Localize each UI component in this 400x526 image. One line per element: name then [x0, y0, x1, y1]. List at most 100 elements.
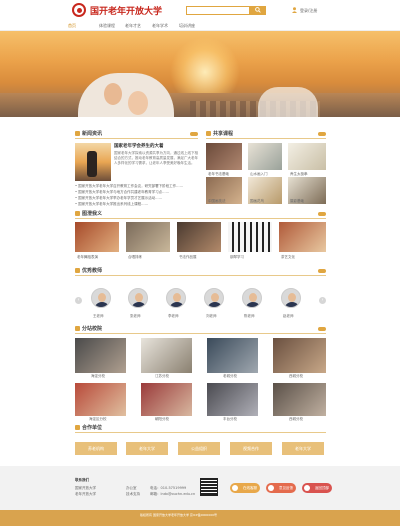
branch-photo[interactable]: [273, 383, 326, 416]
courses-more-button[interactable]: [318, 132, 326, 136]
footer-line[interactable]: 国家开放大学: [75, 486, 96, 491]
teacher-avatar[interactable]: [128, 288, 148, 308]
news-list-item[interactable]: • 国家开放大学老年大学推出系列线上课程……: [75, 202, 148, 207]
news-section-icon: [75, 131, 80, 136]
teacher-face: [249, 293, 257, 302]
branch-caption: 江苏分校: [155, 374, 169, 378]
teachers-more-button[interactable]: [318, 269, 326, 273]
partner-link[interactable]: 老年大学: [282, 442, 324, 455]
branches-more-button[interactable]: [318, 327, 326, 331]
hero-banner[interactable]: [0, 31, 400, 117]
branch-photo[interactable]: [75, 338, 126, 373]
footer-line: 邮箱：lndx@ouchn.edu.cn: [150, 492, 196, 496]
chat-icon: [232, 485, 238, 491]
show-thumb[interactable]: [75, 222, 119, 252]
divider: [75, 275, 326, 276]
back-to-top-button[interactable]: 返回顶部: [302, 483, 332, 493]
footer-line[interactable]: 老年开放大学: [75, 492, 96, 497]
branch-caption: 海淀分校: [91, 374, 105, 378]
teacher-body: [284, 302, 300, 307]
pill-label: 意见反馈: [279, 486, 293, 490]
teacher-body: [207, 302, 223, 307]
footer-line[interactable]: 技术支持: [126, 492, 140, 497]
show-more-button[interactable]: [318, 212, 326, 216]
divider: [75, 218, 326, 219]
branch-caption: 老城分校: [223, 374, 237, 378]
course-thumb[interactable]: [248, 143, 282, 170]
show-thumb[interactable]: [126, 222, 170, 252]
teacher-face: [288, 293, 296, 302]
teacher-name: 赵老师: [283, 314, 294, 318]
teacher-name: 陈老师: [244, 314, 255, 318]
footer-line: 电话：010-57519999: [150, 486, 187, 490]
news-photo[interactable]: [75, 143, 111, 181]
news-list-item[interactable]: • 国家开放大学老年大学召开教育工作会议，研究部署下阶段工作……: [75, 184, 183, 189]
teacher-avatar[interactable]: [242, 288, 262, 308]
nav-item-academic[interactable]: 老年学术: [152, 23, 168, 29]
course-caption: 国画花鸟: [250, 199, 264, 203]
banner-people: [258, 87, 318, 117]
nav-item-home[interactable]: 首页: [68, 23, 76, 29]
show-thumb[interactable]: [228, 222, 272, 252]
partner-link[interactable]: 视频合作: [230, 442, 272, 455]
main-nav: 首页 体验课程 老年才艺 老年学术 培训讲座: [0, 20, 400, 31]
news-section-title: 新闻资讯: [82, 131, 103, 137]
banner-face: [128, 91, 148, 115]
nav-item-lectures[interactable]: 培训讲座: [179, 23, 195, 29]
partner-link[interactable]: 公益组织: [178, 442, 220, 455]
branch-photo[interactable]: [141, 383, 192, 416]
teacher-face: [98, 293, 106, 302]
nav-item-arts[interactable]: 老年才艺: [125, 23, 141, 29]
online-service-button[interactable]: 在线客服: [230, 483, 260, 493]
teacher-avatar[interactable]: [91, 288, 111, 308]
news-more-button[interactable]: [190, 132, 198, 136]
footer-contact-title: 联系我们: [75, 478, 89, 482]
course-thumb[interactable]: [288, 143, 326, 170]
branch-caption: 西城分校: [289, 374, 303, 378]
teacher-avatar[interactable]: [281, 288, 301, 308]
partner-link[interactable]: 养老机构: [75, 442, 117, 455]
header: 国开老年开放大学 登录/注册: [0, 0, 400, 20]
search-button[interactable]: [250, 6, 266, 15]
branch-caption: 朝阳分校: [155, 417, 169, 421]
divider: [75, 333, 326, 334]
course-thumb[interactable]: [206, 143, 242, 170]
branch-photo[interactable]: [141, 338, 192, 373]
show-thumb[interactable]: [279, 222, 326, 252]
branch-caption: 西城分校: [289, 417, 303, 421]
nav-item-courses[interactable]: 体验课程: [99, 23, 115, 29]
feedback-icon: [268, 485, 274, 491]
branch-photo[interactable]: [207, 338, 258, 373]
teacher-body: [131, 302, 147, 307]
divider: [75, 138, 198, 139]
footer-line[interactable]: 办公室: [126, 486, 137, 491]
logo-icon[interactable]: [72, 3, 86, 17]
teacher-name: 王老师: [93, 314, 104, 318]
courses-section-icon: [206, 131, 211, 136]
show-thumb[interactable]: [177, 222, 221, 252]
teacher-avatar[interactable]: [204, 288, 224, 308]
course-caption: 中国画技法: [208, 199, 226, 203]
news-headline[interactable]: 国家老年学会养生的大着: [114, 143, 164, 149]
copyright-text: 版权所有 国家开放大学老年开放大学 京ICP备0000000号: [140, 513, 218, 517]
search-input[interactable]: [186, 6, 250, 15]
branches-section-icon: [75, 326, 80, 331]
teachers-prev-button[interactable]: ‹: [75, 297, 82, 304]
login-register-link[interactable]: 登录/注册: [300, 8, 317, 14]
partner-link[interactable]: 老年大学: [126, 442, 168, 455]
news-list-item[interactable]: • 国家开放大学老年大学与地方合作共建老年教育学习点……: [75, 190, 169, 195]
feedback-button[interactable]: 意见反馈: [266, 483, 296, 493]
branch-photo[interactable]: [273, 338, 326, 373]
show-section-title: 图澄我义: [82, 211, 103, 217]
teacher-body: [169, 302, 185, 307]
branch-caption: 海淀区分校: [89, 417, 107, 421]
news-list-item[interactable]: • 国家开放大学老年大学举办老年学员才艺展示活动……: [75, 196, 162, 201]
site-logo-text[interactable]: 国开老年开放大学: [90, 4, 162, 17]
teacher-avatar[interactable]: [166, 288, 186, 308]
branch-photo[interactable]: [75, 383, 126, 416]
user-icon[interactable]: [292, 7, 297, 13]
branch-photo[interactable]: [207, 383, 258, 416]
teachers-next-button[interactable]: ›: [319, 297, 326, 304]
course-caption: 摄影基础: [290, 199, 304, 203]
divider: [206, 138, 326, 139]
